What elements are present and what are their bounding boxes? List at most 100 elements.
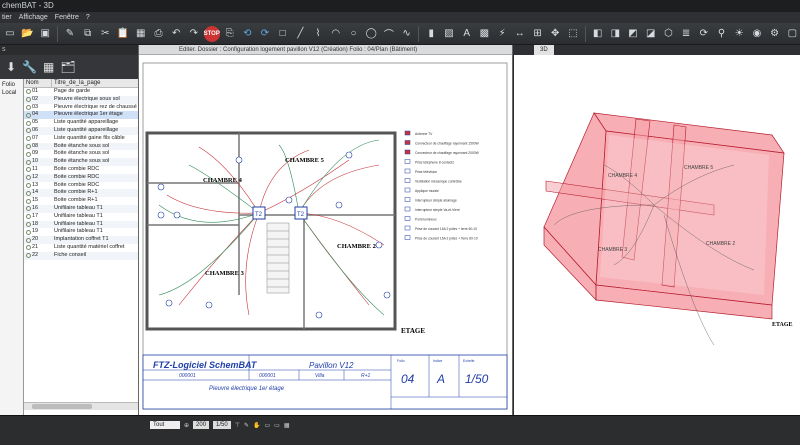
menu-help[interactable]: ? xyxy=(84,12,95,23)
page-list-row[interactable]: 16 Unifilaire tableau T1 xyxy=(24,204,138,213)
rectangle-icon[interactable]: □ xyxy=(275,26,291,42)
window-icon[interactable]: ▢ xyxy=(784,26,800,42)
menu-fenetre[interactable]: Fenêtre xyxy=(53,12,84,23)
dimension-icon[interactable]: ↔ xyxy=(512,26,528,42)
page-list-row[interactable]: 04 Pieuvre électrique 1er étage xyxy=(24,111,138,120)
hand-icon[interactable]: ✋ xyxy=(253,422,260,429)
page-list-row[interactable]: 05 Liste quantité appareillage xyxy=(24,119,138,127)
view-top-icon[interactable]: ◨ xyxy=(607,26,623,42)
zoom-in-icon[interactable]: ⊕ xyxy=(184,422,189,429)
view-mode2-icon[interactable]: ▭ xyxy=(274,422,280,429)
zoom-icon[interactable]: ⊞ xyxy=(530,26,546,42)
print-icon[interactable]: ⎙ xyxy=(151,26,167,42)
page-list-row[interactable]: 02 Pieuvre électrique sous sol xyxy=(24,95,138,104)
render-icon[interactable]: ◉ xyxy=(749,26,765,42)
page-list-row[interactable]: 19 Unifilaire tableau T1 xyxy=(24,228,138,236)
scale-value-field[interactable]: 1/50 xyxy=(213,421,231,429)
legend-label: Convecteur de chauffage rayonnant 1500W xyxy=(415,142,480,146)
paste-icon[interactable]: 📋 xyxy=(115,26,131,42)
walk-icon[interactable]: ⚲ xyxy=(714,26,730,42)
page-list-row[interactable]: 10 Boite étanche sous sol xyxy=(24,158,138,166)
text-icon[interactable]: A xyxy=(459,26,475,42)
page-list-row[interactable]: 18 Unifilaire tableau T1 xyxy=(24,220,138,229)
arc2-icon[interactable]: ⌒ xyxy=(381,26,397,42)
page-list-row[interactable]: 12 Boite combie RDC xyxy=(24,173,138,182)
circle-icon[interactable]: ◯ xyxy=(363,26,379,42)
page-list-row[interactable]: 14 Boite combie R+1 xyxy=(24,189,138,198)
ellipse-icon[interactable]: ○ xyxy=(346,26,362,42)
page-list-row[interactable]: 09 Boite étanche sous sol xyxy=(24,150,138,158)
page-list-row[interactable]: 21 Liste quantité matériel coffret xyxy=(24,244,138,252)
tab-3d[interactable]: 3D xyxy=(534,45,554,55)
page-list-row[interactable]: 06 Liste quantité appareillage xyxy=(24,126,138,135)
page-list-row[interactable]: 07 Liste quantité gaine fils câble xyxy=(24,135,138,143)
orbit-icon[interactable]: ⟳ xyxy=(696,26,712,42)
floor-plan-canvas[interactable]: T2 T2 CHAMBRE 5 CHAMBRE 4 CHAMBRE 2 CHAM… xyxy=(139,55,512,413)
view-iso-icon[interactable]: ◪ xyxy=(643,26,659,42)
new-file-icon[interactable]: ▭ xyxy=(2,26,18,42)
hatch-icon[interactable]: ▩ xyxy=(477,26,493,42)
cube-icon[interactable]: ⬡ xyxy=(661,26,677,42)
column-header-nom[interactable]: Nom xyxy=(24,79,52,87)
table-icon[interactable]: ▦ xyxy=(43,60,54,74)
arc-icon[interactable]: ◠ xyxy=(328,26,344,42)
cut-icon[interactable]: ✂ xyxy=(98,26,114,42)
select-icon[interactable]: ⬚ xyxy=(565,26,581,42)
line-icon[interactable]: ╱ xyxy=(293,26,309,42)
tree-item-folio[interactable]: Folio xyxy=(0,81,23,89)
settings-icon[interactable]: ⚙ xyxy=(767,26,783,42)
menu-fichier[interactable]: tier xyxy=(0,12,17,23)
legend-item: Applique murale xyxy=(404,187,439,193)
render-preview-icon[interactable]: ▦ xyxy=(284,422,290,429)
page-list-row[interactable]: 17 Unifilaire tableau T1 xyxy=(24,213,138,221)
text-tool-icon[interactable]: ⊤ xyxy=(235,422,240,429)
page-list-row[interactable]: 13 Boite combie RDC xyxy=(24,182,138,190)
page-list-row[interactable]: 11 Boite combie RDC xyxy=(24,166,138,174)
wrench-icon[interactable]: 🔧 xyxy=(22,60,37,74)
row-nom: 18 xyxy=(32,220,39,227)
page-list-row[interactable]: 03 Pieuvre électrique rez de chaussé xyxy=(24,104,138,112)
scrollbar-thumb[interactable] xyxy=(32,404,92,409)
menu-affichage[interactable]: Affichage xyxy=(17,12,53,23)
zoom-value-field[interactable]: 200 xyxy=(193,421,210,429)
wall-icon[interactable]: ▮ xyxy=(423,26,439,42)
selection-filter-select[interactable]: Tout xyxy=(150,421,180,429)
3d-viewport[interactable]: CHAMBRE 4 CHAMBRE 5 CHAMBRE 3 CHAMBRE 2 … xyxy=(514,55,800,415)
rotate-right-icon[interactable]: ⟳ xyxy=(257,26,273,42)
page-list-row[interactable]: 08 Boite étanche sous sol xyxy=(24,142,138,151)
document-tab[interactable]: Editer. Dossier : Configuration logement… xyxy=(139,45,512,55)
page-list-row[interactable]: 15 Boite combie R+1 xyxy=(24,197,138,205)
curve-icon[interactable]: ∿ xyxy=(399,26,415,42)
view-side-icon[interactable]: ◩ xyxy=(625,26,641,42)
grid-icon[interactable]: ▦ xyxy=(133,26,149,42)
pen-icon[interactable]: ✎ xyxy=(244,422,249,429)
symbol-icon[interactable]: ⚡ xyxy=(494,26,510,42)
stop-icon[interactable]: STOP xyxy=(204,25,220,42)
folder-icon[interactable]: 🗂 xyxy=(60,60,75,74)
undo-icon[interactable]: ↶ xyxy=(168,26,184,42)
pan-icon[interactable]: ✥ xyxy=(547,26,563,42)
page-list-row[interactable]: 20 Implantation coffret T1 xyxy=(24,236,138,244)
open-file-icon[interactable]: 📂 xyxy=(20,26,36,42)
print-preview-icon[interactable]: ⎘ xyxy=(222,26,238,42)
room-label-chambre4: CHAMBRE 4 xyxy=(203,177,243,184)
page-list-row[interactable]: 01 Page de garde xyxy=(24,88,138,96)
copy-icon[interactable]: ⧉ xyxy=(80,26,96,42)
view-front-icon[interactable]: ◧ xyxy=(590,26,606,42)
redo-icon[interactable]: ↷ xyxy=(186,26,202,42)
download-icon[interactable]: ⬇ xyxy=(6,60,16,74)
image-icon[interactable]: ▨ xyxy=(441,26,457,42)
light-icon[interactable]: ☀ xyxy=(731,26,747,42)
row-title: Boite combie RDC xyxy=(54,181,100,188)
layers-icon[interactable]: ≣ xyxy=(678,26,694,42)
save-icon[interactable]: ▣ xyxy=(37,26,53,42)
edit-icon[interactable]: ✎ xyxy=(62,26,78,42)
page-list-row[interactable]: 22 Fiche conseil xyxy=(24,251,138,260)
row-number: 20 xyxy=(24,236,52,244)
polyline-icon[interactable]: ⌇ xyxy=(310,26,326,42)
rotate-left-icon[interactable]: ⟲ xyxy=(239,26,255,42)
tree-item-local[interactable]: Local xyxy=(0,89,23,97)
horizontal-scrollbar[interactable] xyxy=(24,402,138,410)
column-header-titre[interactable]: Titre_de_la_page xyxy=(52,79,100,87)
view-mode-icon[interactable]: ▭ xyxy=(264,422,270,429)
